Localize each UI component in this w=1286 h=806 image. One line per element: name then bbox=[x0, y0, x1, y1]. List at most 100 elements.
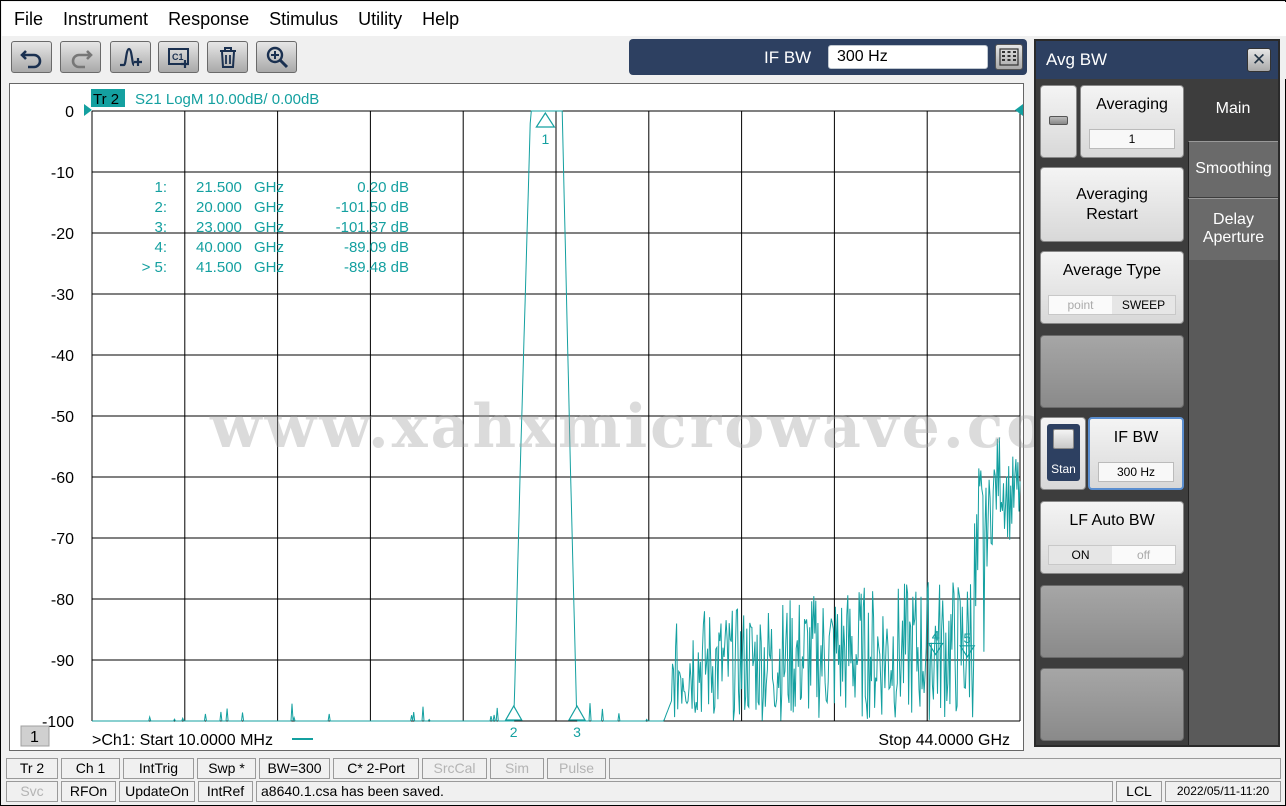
ifbw-entry-input[interactable]: 300 Hz bbox=[828, 45, 988, 69]
lf-auto-bw-label: LF Auto BW bbox=[1069, 512, 1155, 529]
marker-symbol: 5 bbox=[959, 630, 976, 658]
averaging-restart-label: Averaging Restart bbox=[1076, 186, 1148, 223]
start-frequency[interactable]: >Ch1: Start 10.0000 MHz bbox=[92, 732, 273, 749]
redo-icon bbox=[71, 50, 93, 69]
panel-title: Avg BW bbox=[1046, 50, 1108, 69]
svg-text:C1: C1 bbox=[172, 52, 184, 62]
averaging-restart-button[interactable]: Averaging Restart bbox=[1040, 167, 1184, 242]
status-service[interactable]: Svc bbox=[6, 781, 58, 802]
y-axis-ticks: 0-10-20-30-40-50-60-70-80-90-100 bbox=[42, 104, 74, 731]
status-channel[interactable]: Ch 1 bbox=[61, 758, 120, 779]
stan-indicator: Stan bbox=[1047, 424, 1080, 481]
y-tick-label: -40 bbox=[51, 348, 74, 365]
menu-utility[interactable]: Utility bbox=[358, 9, 402, 30]
trace-tag[interactable]: Tr 2 bbox=[93, 91, 119, 108]
marker-readout-value: -89.09 dB bbox=[344, 239, 409, 256]
trace-plot-window[interactable]: 0 -10 -20 -30 -40 -50 -60 -70 -80 -90 -100 Tr 2 S2… bbox=[9, 83, 1113, 751]
marker-readout-unit: GHz bbox=[254, 239, 284, 256]
menu-file[interactable]: File bbox=[14, 9, 43, 30]
status-spare bbox=[609, 758, 1281, 779]
marker-readout-unit: GHz bbox=[254, 199, 284, 216]
marker-readout-index: 2: bbox=[154, 199, 167, 216]
add-marker-button[interactable] bbox=[110, 41, 151, 73]
channel-badge[interactable]: 1 bbox=[30, 729, 39, 746]
marker-number: 1 bbox=[541, 131, 549, 147]
add-channel-button[interactable]: C1 bbox=[158, 41, 199, 73]
status-pulse[interactable]: Pulse bbox=[547, 758, 606, 779]
marker-triangle bbox=[567, 704, 587, 721]
menu-response[interactable]: Response bbox=[168, 9, 249, 30]
stop-frequency[interactable]: Stop 44.0000 GHz bbox=[878, 732, 1010, 749]
status-sim[interactable]: Sim bbox=[490, 758, 544, 779]
status-update[interactable]: UpdateOn bbox=[119, 781, 195, 802]
ifbw-panel-value[interactable]: 300 Hz bbox=[1098, 462, 1174, 482]
status-message: a8640.1.csa has been saved. bbox=[256, 781, 1113, 802]
status-trigger[interactable]: IntTrig bbox=[123, 758, 194, 779]
marker-readout-index: 1: bbox=[154, 179, 167, 196]
marker-triangle bbox=[535, 111, 556, 128]
status-rf-on[interactable]: RFOn bbox=[61, 781, 116, 802]
lf-auto-bw-button[interactable]: LF Auto BW ON off bbox=[1040, 501, 1184, 574]
marker-readout-table: 1: 21.500 GHz 0.20 dB 2: 20.000 GHz -101.50 dB 3… bbox=[142, 179, 409, 276]
status-bandwidth[interactable]: BW=300 bbox=[259, 758, 330, 779]
status-sweep[interactable]: Swp * bbox=[197, 758, 256, 779]
average-type-point[interactable]: point bbox=[1049, 296, 1112, 314]
y-tick-label: -80 bbox=[51, 592, 74, 609]
status-datetime: 2022/05/11-11:20 bbox=[1165, 781, 1281, 802]
trace-plot[interactable]: 0-10-20-30-40-50-60-70-80-90-100 Tr 2 S2… bbox=[10, 84, 1023, 750]
average-type-button[interactable]: Average Type point SWEEP bbox=[1040, 251, 1184, 324]
marker-readout-value: -101.37 dB bbox=[336, 219, 409, 236]
marker-readout-frequency: 40.000 bbox=[196, 239, 242, 256]
lf-auto-bw-on[interactable]: ON bbox=[1049, 546, 1112, 564]
stan-knob-icon bbox=[1053, 429, 1074, 449]
keypad-button[interactable] bbox=[995, 44, 1023, 70]
average-type-selector[interactable]: point SWEEP bbox=[1048, 295, 1176, 315]
averaging-value[interactable]: 1 bbox=[1089, 129, 1175, 149]
zoom-button[interactable] bbox=[256, 41, 297, 73]
ifbw-button[interactable]: IF BW 300 Hz bbox=[1088, 417, 1184, 490]
marker-symbol: 3 bbox=[567, 704, 587, 740]
menu-help[interactable]: Help bbox=[422, 9, 459, 30]
averaging-toggle[interactable] bbox=[1040, 85, 1077, 158]
undo-icon bbox=[19, 50, 41, 69]
trace-info[interactable]: S21 LogM 10.00dB/ 0.00dB bbox=[135, 91, 319, 108]
averaging-button[interactable]: Averaging 1 bbox=[1080, 85, 1184, 158]
status-calibration[interactable]: C* 2-Port bbox=[333, 758, 419, 779]
menu-stimulus[interactable]: Stimulus bbox=[269, 9, 338, 30]
marker-readout-frequency: 23.000 bbox=[196, 219, 242, 236]
close-panel-button[interactable]: ✕ bbox=[1247, 48, 1271, 72]
status-lcl[interactable]: LCL bbox=[1116, 781, 1162, 802]
app-window: File Instrument Response Stimulus Utilit… bbox=[0, 0, 1286, 806]
y-tick-label: -50 bbox=[51, 409, 74, 426]
status-srccal[interactable]: SrcCal bbox=[422, 758, 487, 779]
tab-smoothing[interactable]: Smoothing bbox=[1188, 141, 1278, 197]
marker-readout-frequency: 41.500 bbox=[196, 259, 242, 276]
redo-button[interactable] bbox=[60, 41, 101, 73]
ifbw-stan-toggle[interactable]: Stan bbox=[1040, 417, 1086, 490]
average-type-sweep[interactable]: SWEEP bbox=[1112, 296, 1175, 314]
add-marker-icon bbox=[119, 47, 142, 67]
tab-delay-aperture[interactable]: Delay Aperture bbox=[1188, 198, 1278, 260]
marker-symbol: 1 bbox=[535, 111, 556, 147]
average-type-label: Average Type bbox=[1062, 262, 1162, 279]
marker-readout-frequency: 20.000 bbox=[196, 199, 242, 216]
y-tick-label: -20 bbox=[51, 226, 74, 243]
marker-readout-value: -89.48 dB bbox=[344, 259, 409, 276]
marker-readout-value: -101.50 dB bbox=[336, 199, 409, 216]
trash-icon bbox=[219, 47, 236, 68]
toggle-indicator-icon bbox=[1049, 116, 1068, 125]
delete-button[interactable] bbox=[207, 41, 248, 73]
undo-button[interactable] bbox=[11, 41, 52, 73]
status-reference[interactable]: IntRef bbox=[198, 781, 253, 802]
menu-instrument[interactable]: Instrument bbox=[63, 9, 148, 30]
tab-filler bbox=[1188, 260, 1278, 745]
ifbw-entry-label: IF BW bbox=[764, 48, 812, 67]
empty-softkey-2 bbox=[1040, 585, 1184, 658]
y-tick-label: -70 bbox=[51, 531, 74, 548]
lf-auto-bw-selector[interactable]: ON off bbox=[1048, 545, 1176, 565]
softkey-panel: Avg BW ✕ Main Smoothing Delay Aperture A… bbox=[1034, 39, 1280, 747]
status-trace[interactable]: Tr 2 bbox=[6, 758, 58, 779]
marker-readout-frequency: 21.500 bbox=[196, 179, 242, 196]
lf-auto-bw-off[interactable]: off bbox=[1112, 546, 1175, 564]
zoom-icon bbox=[266, 46, 288, 69]
